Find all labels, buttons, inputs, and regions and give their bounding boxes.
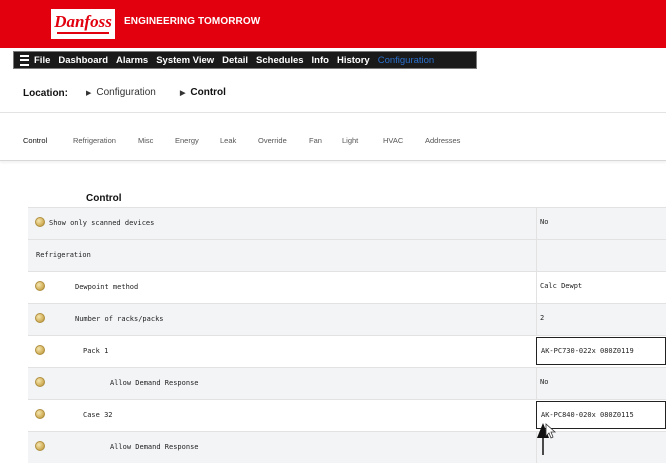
device-select-field[interactable]: AK-PC730-022x 080Z0119 (536, 337, 666, 365)
column-divider (536, 304, 537, 335)
gear-icon[interactable] (35, 217, 45, 227)
tab-energy[interactable]: Energy (175, 136, 199, 145)
danfoss-logo: Danfoss (51, 9, 115, 39)
menu-item-file[interactable]: File (34, 55, 50, 66)
tab-override[interactable]: Override (258, 136, 287, 145)
column-divider (536, 368, 537, 399)
hamburger-icon[interactable] (20, 54, 29, 66)
table-row[interactable]: Number of racks/packs 2 (28, 303, 666, 335)
row-label: Number of racks/packs (75, 315, 164, 323)
gear-icon[interactable] (35, 441, 45, 451)
gear-icon[interactable] (35, 409, 45, 419)
tab-addresses[interactable]: Addresses (425, 136, 460, 145)
brand-bar: Danfoss ENGINEERING TOMORROW (0, 0, 666, 48)
row-label: Allow Demand Response (110, 379, 199, 387)
tab-light[interactable]: Light (342, 136, 358, 145)
table-row[interactable]: Case 32 AK-PC840-020x 080Z0115 (28, 399, 666, 431)
menu-item-info[interactable]: Info (312, 55, 329, 66)
caret-right-icon: ▶ (86, 90, 92, 97)
table-row[interactable]: Pack 1 AK-PC730-022x 080Z0119 (28, 335, 666, 367)
breadcrumb: Location: ▶ Configuration ▶ Control (0, 74, 666, 113)
row-label: Allow Demand Response (110, 443, 199, 451)
menu-bar: File Dashboard Alarms System View Detail… (0, 48, 666, 74)
section-title: Control (86, 193, 122, 204)
row-value[interactable]: No (540, 218, 548, 226)
main-menu: File Dashboard Alarms System View Detail… (13, 51, 477, 69)
settings-table: Show only scanned devices No Refrigerati… (28, 207, 666, 463)
group-label: Refrigeration (36, 251, 91, 259)
gear-icon[interactable] (35, 313, 45, 323)
mouse-pointer-icon (537, 423, 557, 455)
menu-item-detail[interactable]: Detail (222, 55, 248, 66)
table-row-group-header: Refrigeration (28, 239, 666, 271)
menu-item-alarms[interactable]: Alarms (116, 55, 148, 66)
breadcrumb-item-control[interactable]: ▶ Control (180, 87, 226, 98)
device-select-value: AK-PC730-022x 080Z0119 (541, 347, 634, 355)
gear-icon[interactable] (35, 281, 45, 291)
breadcrumb-label: Configuration (96, 87, 156, 98)
menu-item-schedules[interactable]: Schedules (256, 55, 304, 66)
tab-leak[interactable]: Leak (220, 136, 236, 145)
logo-underline (57, 32, 109, 34)
breadcrumb-label: Control (190, 87, 226, 98)
gear-icon[interactable] (35, 345, 45, 355)
tab-control[interactable]: Control (23, 136, 47, 145)
row-value[interactable]: Calc Dewpt (540, 282, 582, 290)
menu-item-dashboard[interactable]: Dashboard (58, 55, 108, 66)
tab-hvac[interactable]: HVAC (383, 136, 403, 145)
menu-item-system-view[interactable]: System View (156, 55, 214, 66)
row-label: Show only scanned devices (49, 219, 155, 227)
row-label: Dewpoint method (75, 283, 139, 291)
column-divider (536, 240, 537, 271)
device-select-value: AK-PC840-020x 080Z0115 (541, 411, 634, 419)
breadcrumb-item-configuration[interactable]: ▶ Configuration (86, 87, 156, 98)
row-value[interactable]: No (540, 378, 548, 386)
tab-bar: Control Refrigeration Misc Energy Leak O… (0, 112, 666, 161)
location-label: Location: (23, 88, 68, 99)
caret-right-icon: ▶ (180, 90, 186, 97)
table-row[interactable]: Allow Demand Response No (28, 367, 666, 399)
tab-misc[interactable]: Misc (138, 136, 153, 145)
tab-fan[interactable]: Fan (309, 136, 322, 145)
row-label: Case 32 (83, 411, 113, 419)
tab-refrigeration[interactable]: Refrigeration (73, 136, 116, 145)
table-row[interactable]: Show only scanned devices No (28, 207, 666, 239)
column-divider (536, 208, 537, 239)
gear-icon[interactable] (35, 377, 45, 387)
logo-text: Danfoss (54, 12, 112, 31)
column-divider (536, 272, 537, 303)
row-value[interactable]: 2 (540, 314, 544, 322)
row-label: Pack 1 (83, 347, 109, 355)
table-row[interactable]: Dewpoint method Calc Dewpt (28, 271, 666, 303)
table-row[interactable]: Allow Demand Response (28, 431, 666, 463)
tagline: ENGINEERING TOMORROW (124, 16, 261, 27)
menu-item-configuration[interactable]: Configuration (378, 55, 435, 66)
menu-item-history[interactable]: History (337, 55, 370, 66)
